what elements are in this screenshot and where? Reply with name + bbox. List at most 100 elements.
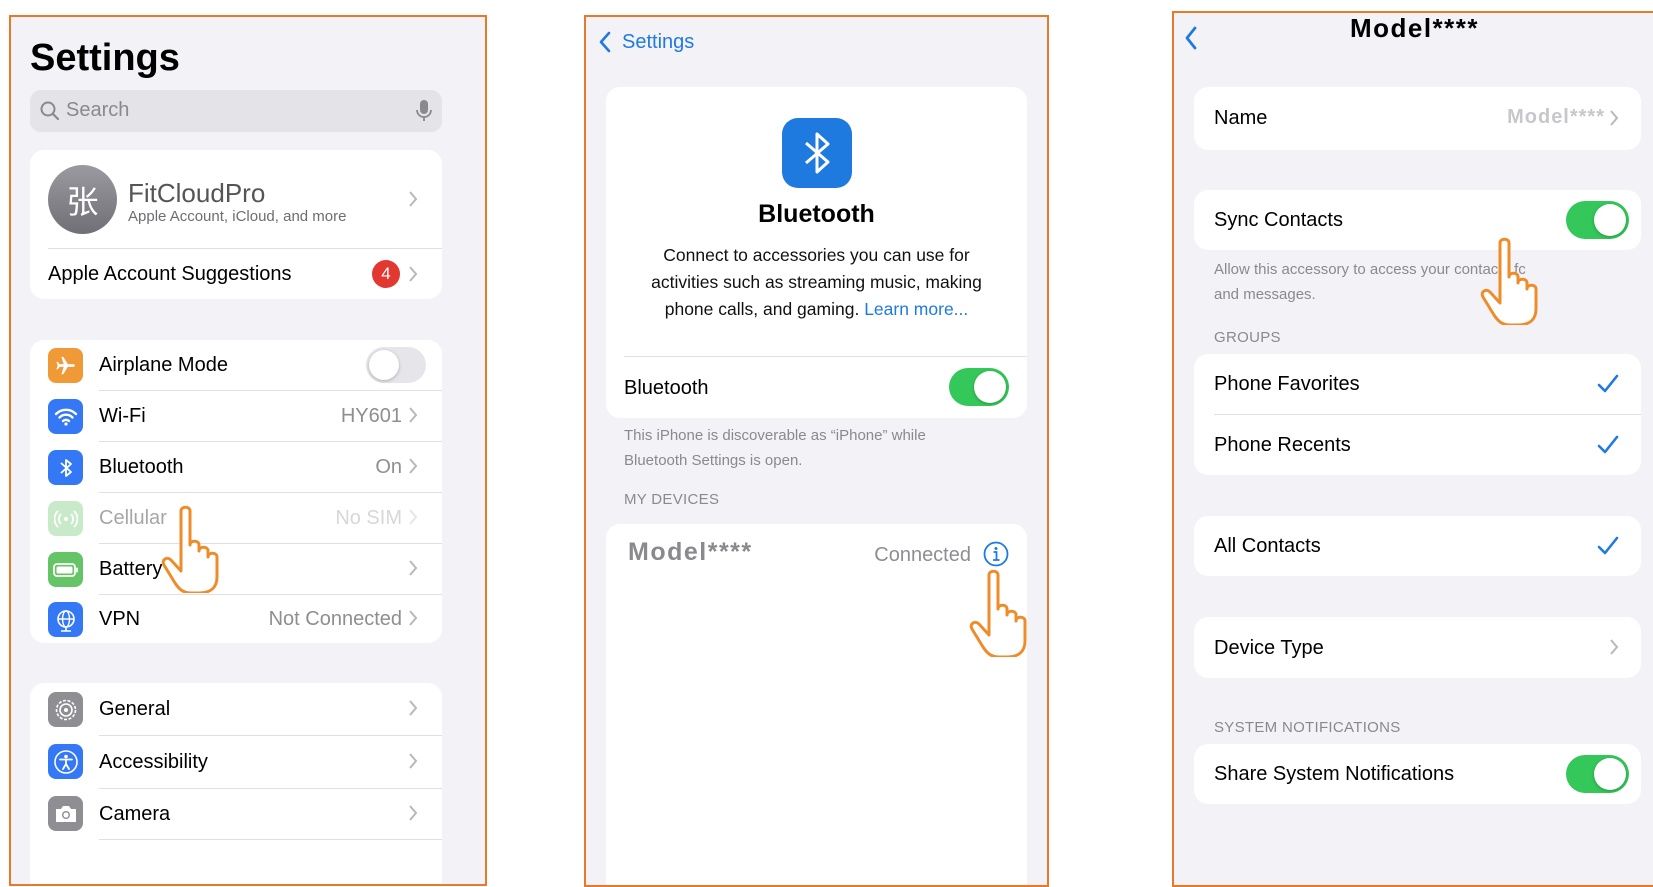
system-notifications-header: SYSTEM NOTIFICATIONS [1214, 719, 1401, 736]
search-icon [39, 100, 61, 127]
search-input[interactable]: Search [66, 99, 129, 122]
bluetooth-app-icon [782, 118, 852, 188]
group-label: Phone Recents [1214, 434, 1351, 456]
chevron-right-icon [408, 609, 422, 633]
airplane-mode-toggle[interactable] [366, 347, 426, 383]
profile-row[interactable]: 张 FitCloudPro Apple Account, iCloud, and… [30, 150, 442, 248]
search-bar[interactable]: Search [30, 90, 442, 132]
all-contacts-row[interactable]: All Contacts [1194, 516, 1641, 576]
sync-contacts-row: Sync Contacts [1194, 190, 1641, 250]
my-devices-card: Model**** Connected [606, 524, 1027, 885]
chevron-right-icon [1609, 109, 1623, 133]
sidebar-item-accessibility[interactable]: Accessibility [30, 736, 442, 788]
bluetooth-toggle-label: Bluetooth [624, 377, 709, 399]
all-contacts-label: All Contacts [1214, 535, 1321, 557]
battery-label: Battery [99, 558, 163, 580]
bluetooth-heading: Bluetooth [758, 200, 875, 228]
bluetooth-info-card: Bluetooth Connect to accessories you can… [606, 87, 1027, 418]
tap-hand-icon [1480, 237, 1538, 325]
group-label: Phone Favorites [1214, 373, 1360, 395]
discoverable-note: This iPhone is discoverable as “iPhone” … [624, 427, 926, 469]
sidebar-item-airplane-mode[interactable]: Airplane Mode [30, 340, 442, 390]
chevron-right-icon [1609, 638, 1623, 662]
share-notifications-toggle[interactable] [1566, 755, 1629, 793]
name-value: Model**** [1507, 106, 1605, 128]
bluetooth-toggle[interactable] [949, 368, 1009, 406]
bluetooth-screen: Settings Bluetooth Connect to accessorie… [584, 15, 1049, 887]
sidebar-item-vpn[interactable]: VPN Not Connected [30, 595, 442, 643]
sidebar-item-cellular[interactable]: Cellular No SIM [30, 493, 442, 543]
chevron-left-icon [598, 30, 612, 54]
share-notifications-card: Share System Notifications [1194, 744, 1641, 804]
device-type-row[interactable]: Device Type [1194, 617, 1641, 678]
chevron-right-icon [408, 752, 422, 776]
page-title: Settings [30, 37, 180, 79]
vpn-value: Not Connected [268, 608, 402, 630]
sidebar-item-battery[interactable]: Battery [30, 544, 442, 594]
sidebar-item-bluetooth[interactable]: Bluetooth On [30, 442, 442, 492]
airplane-icon [48, 348, 83, 383]
airplane-mode-label: Airplane Mode [99, 354, 228, 376]
battery-icon [48, 552, 83, 587]
cellular-label: Cellular [99, 507, 167, 529]
back-button[interactable]: Settings [598, 27, 694, 57]
my-devices-header: MY DEVICES [624, 491, 720, 508]
microphone-icon[interactable] [416, 99, 432, 128]
sidebar-item-camera[interactable]: Camera [30, 789, 442, 839]
share-notifications-row: Share System Notifications [1194, 744, 1641, 804]
tap-hand-icon [161, 505, 219, 593]
accessibility-label: Accessibility [99, 751, 208, 773]
gear-icon [48, 692, 83, 727]
general-label: General [99, 698, 171, 720]
device-status: Connected [874, 544, 971, 566]
settings-screen: Settings Search 张 FitCloudPro Apple Acco… [9, 15, 487, 886]
notification-badge: 4 [372, 260, 400, 288]
profile-name: FitCloudPro [128, 178, 266, 208]
groups-header: GROUPS [1214, 329, 1281, 346]
device-name: Model**** [628, 538, 753, 566]
accessibility-icon [48, 744, 83, 779]
vpn-label: VPN [99, 608, 141, 630]
chevron-right-icon [408, 804, 422, 828]
bluetooth-icon [48, 450, 83, 485]
checkmark-icon [1597, 435, 1619, 454]
sync-contacts-card: Sync Contacts [1194, 190, 1641, 250]
wifi-icon [48, 399, 83, 434]
chevron-right-icon [408, 265, 422, 289]
group-row-phone-favorites[interactable]: Phone Favorites [1194, 354, 1641, 414]
chevron-right-icon [408, 559, 422, 583]
general-settings-card: General Accessibility Camera [30, 683, 442, 884]
sidebar-item-wifi[interactable]: Wi-Fi HY601 [30, 391, 442, 441]
bluetooth-value: On [375, 456, 402, 478]
account-suggestions-row[interactable]: Apple Account Suggestions 4 [30, 249, 442, 299]
avatar: 张 [48, 165, 117, 234]
profile-card: 张 FitCloudPro Apple Account, iCloud, and… [30, 150, 442, 299]
device-detail-screen: Model**** Name Model**** Sync Contacts A… [1172, 11, 1653, 887]
bluetooth-toggle-row: Bluetooth [606, 357, 1027, 418]
name-card: Name Model**** [1194, 87, 1641, 150]
sync-contacts-toggle[interactable] [1566, 201, 1629, 239]
group-row-phone-recents[interactable]: Phone Recents [1194, 415, 1641, 475]
checkmark-icon [1597, 536, 1619, 555]
name-label: Name [1214, 107, 1268, 129]
camera-icon [48, 796, 83, 831]
sync-contacts-label: Sync Contacts [1214, 209, 1343, 231]
share-notifications-label: Share System Notifications [1214, 763, 1455, 785]
sidebar-item-general[interactable]: General [30, 683, 442, 735]
chevron-right-icon [408, 406, 422, 430]
wifi-value: HY601 [340, 405, 402, 427]
tap-hand-icon [969, 569, 1027, 657]
page-title: Model**** [1349, 13, 1480, 43]
learn-more-link[interactable]: Learn more... [864, 299, 968, 319]
all-contacts-card: All Contacts [1194, 516, 1641, 576]
back-label: Settings [622, 30, 695, 53]
avatar-initial: 张 [66, 183, 99, 220]
chevron-right-icon [408, 457, 422, 481]
cellular-icon [48, 501, 83, 536]
name-row[interactable]: Name Model**** [1194, 87, 1641, 150]
chevron-right-icon [408, 699, 422, 723]
camera-label: Camera [99, 803, 171, 825]
wifi-label: Wi-Fi [99, 405, 146, 427]
suggestions-label: Apple Account Suggestions [48, 263, 292, 285]
device-row[interactable]: Model**** Connected [606, 524, 1027, 582]
